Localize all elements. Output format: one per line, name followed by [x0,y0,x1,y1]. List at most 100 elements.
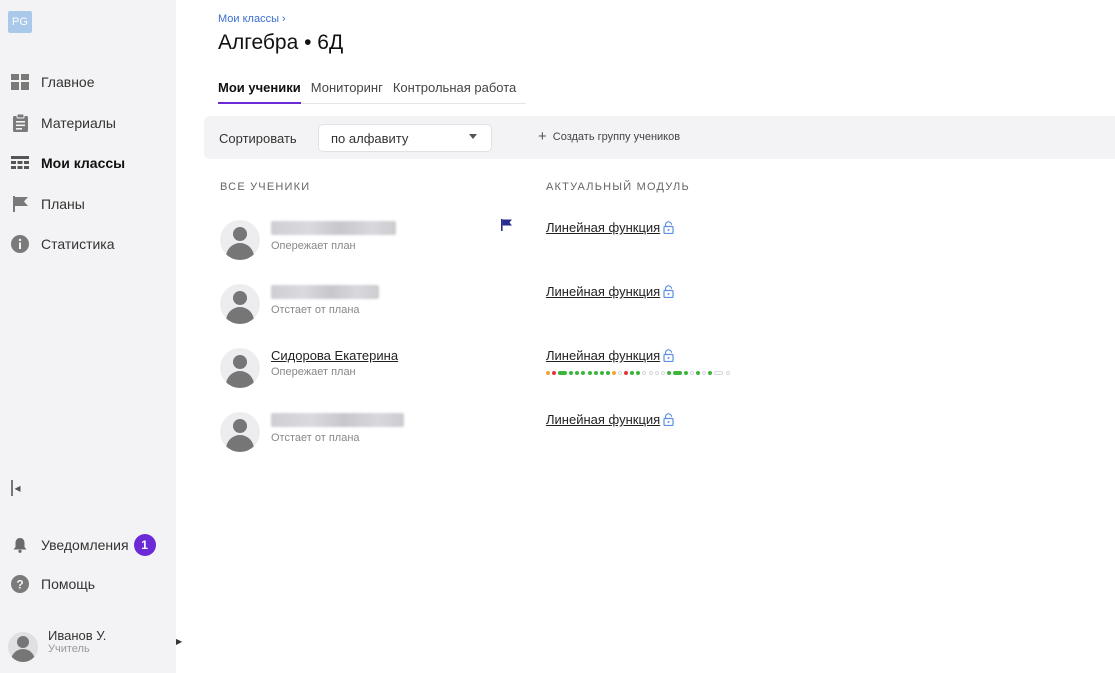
help-button[interactable]: ? Помощь [11,575,95,593]
sidebar-item-plans[interactable]: Планы [0,184,176,225]
progress-dot [683,371,688,375]
progress-dot [558,371,568,375]
avatar [220,348,260,388]
create-group-label: Создать группу учеников [552,131,681,143]
sort-select[interactable]: по алфавиту [318,124,492,152]
module-label: Линейная функция [546,220,661,235]
lock-icon [663,349,674,362]
module-link[interactable]: Линейная функция [546,284,674,299]
student-status: Отстает от плана [271,304,360,316]
module-link[interactable]: Линейная функция [546,412,674,427]
sidebar-item-label: Планы [41,195,85,212]
sidebar-item-label: Главное [41,74,95,91]
bell-icon [11,536,29,554]
sidebar-item-statistics[interactable]: Статистика [0,224,176,265]
progress-dot [654,371,659,375]
dashboard-icon [11,73,29,91]
lock-icon [663,221,674,234]
sidebar-item-label: Статистика [41,236,115,253]
sort-select-value: по алфавиту [331,131,409,146]
page-title: Алгебра • 6Д [218,31,344,54]
student-row: Отстает от плана Линейная функция [220,278,780,326]
flag-icon [501,218,513,236]
progress-dot [672,371,682,375]
classes-icon [11,154,29,172]
progress-dot [702,371,707,375]
student-name-link[interactable]: Сидорова Екатерина [271,348,398,363]
tab-monitoring[interactable]: Мониторинг [311,80,383,104]
progress-dot [587,371,592,375]
progress-dot [552,371,557,375]
info-icon [11,235,29,254]
clipboard-icon [11,113,29,132]
sidebar-item-main[interactable]: Главное [0,62,176,103]
avatar [220,412,260,452]
module-label: Линейная функция [546,348,661,363]
help-icon: ? [11,575,29,593]
module-label: Линейная функция [546,284,661,299]
progress-dot [624,371,629,375]
progress-dot [546,371,550,375]
progress-dot [648,371,653,375]
lock-icon [663,285,674,298]
progress-dot [666,371,671,375]
sort-label: Сортировать [219,131,297,146]
progress-dot [725,371,730,375]
student-status: Отстает от плана [271,432,360,444]
hidden-student-name [271,413,404,427]
progress-dot [636,371,641,375]
progress-dot [618,371,623,375]
collapse-icon [11,480,13,496]
logo[interactable]: PG [8,11,32,33]
sidebar-item-my-classes[interactable]: Мои классы [0,143,176,184]
student-row: Сидорова Екатерина Опережает план Линейн… [220,342,780,390]
plus-icon: + [538,128,547,145]
progress-dot [581,371,586,375]
progress-dot [714,371,724,375]
tab-test[interactable]: Контрольная работа [393,80,516,104]
hidden-student-name [271,285,379,299]
sidebar-item-materials[interactable]: Материалы [0,103,176,144]
module-link[interactable]: Линейная функция [546,348,674,363]
sidebar-item-label: Материалы [41,114,116,131]
avatar [220,220,260,260]
progress-dot [696,371,701,375]
progress-dot [605,371,610,375]
lock-icon [663,413,674,426]
progress-dot [611,371,616,375]
progress-dot [575,371,580,375]
progress-dot [690,371,695,375]
progress-dot [708,371,713,375]
tabs: Мои ученики Мониторинг Контрольная работ… [218,80,527,104]
progress-dot [599,371,604,375]
student-row: Отстает от плана Линейная функция [220,406,780,454]
hidden-student-name [271,221,396,235]
caret-right-icon: ▶ [176,637,183,646]
user-name: Иванов У. [48,627,107,643]
progress-dot [642,371,647,375]
sidebar-nav: Главное Материалы Мои классы Планы Стати… [0,62,176,265]
flag-icon [11,195,29,213]
progress-dot [660,371,665,375]
progress-dot [630,371,635,375]
help-label: Помощь [41,576,96,592]
tab-my-students[interactable]: Мои ученики [218,80,301,104]
module-label: Линейная функция [546,412,661,427]
notifications-button[interactable]: Уведомления 1 [11,534,156,556]
user-role: Учитель [48,642,90,655]
collapse-sidebar-button[interactable]: ◂ [11,478,25,498]
avatar [8,632,38,662]
student-row: Опережает план Линейная функция [220,214,780,262]
column-header-module: АКТУАЛЬНЫЙ МОДУЛЬ [546,181,690,193]
column-header-students: ВСЕ УЧЕНИКИ [220,181,311,193]
notifications-label: Уведомления [41,537,129,553]
breadcrumb[interactable]: Мои классы › [218,13,286,25]
sidebar: PG Главное Материалы Мои классы Планы Ст… [0,0,182,673]
module-link[interactable]: Линейная функция [546,220,674,235]
toolbar: Сортировать по алфавиту + Создать группу… [204,116,1115,159]
student-status: Опережает план [271,240,356,252]
svg-text:?: ? [16,578,23,592]
create-group-button[interactable]: + Создать группу учеников [538,128,681,145]
student-status: Опережает план [271,366,356,378]
user-menu[interactable]: Иванов У. Учитель ▶ [8,626,182,662]
